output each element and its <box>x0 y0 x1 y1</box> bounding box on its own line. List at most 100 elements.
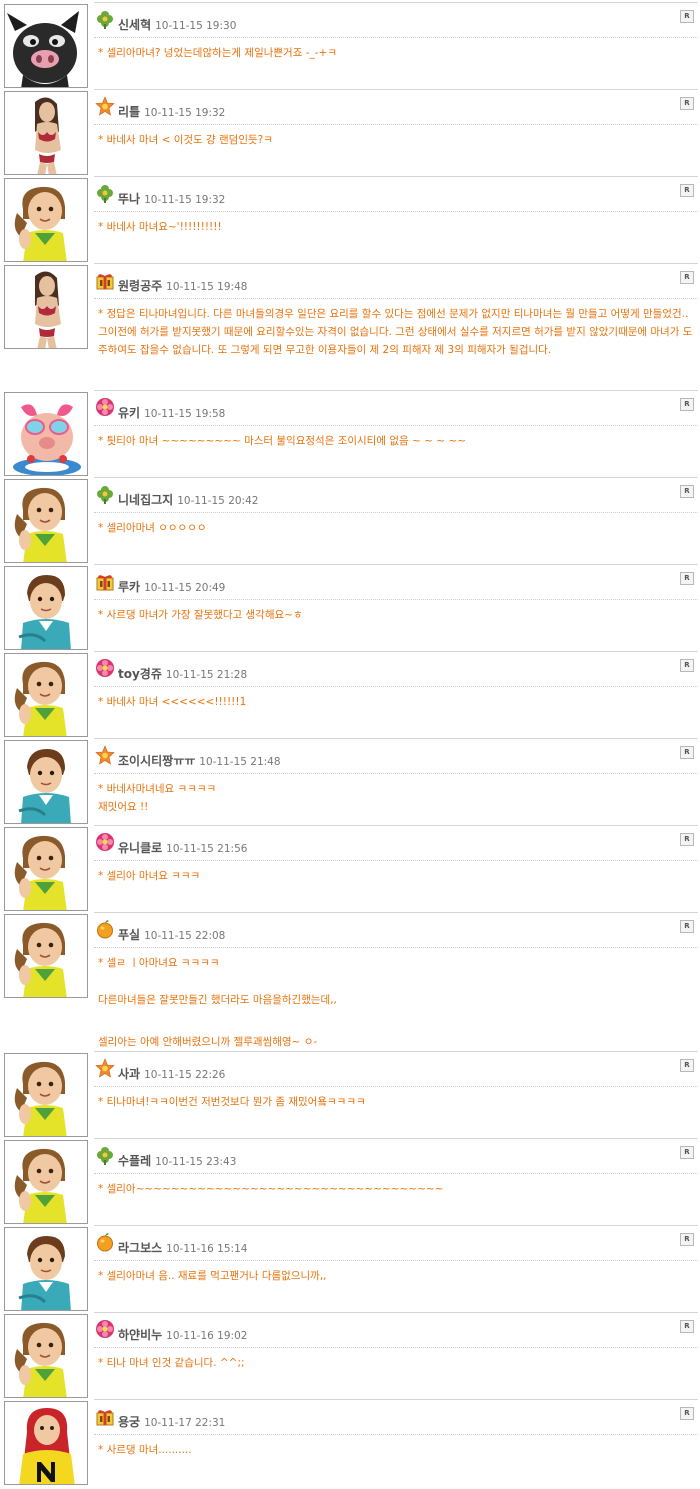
author-line: 루카 10-11-15 20:49 <box>118 578 225 595</box>
author-line: 신세혁 10-11-15 19:30 <box>118 16 236 33</box>
woman-avatar-icon[interactable] <box>4 265 88 349</box>
author-line: 니네집그지 10-11-15 20:42 <box>118 491 258 508</box>
comment-body: * 정답은 티나마녀입니다. 다른 마녀들의경우 일단은 요리를 할수 있다는 … <box>98 305 696 359</box>
reply-button[interactable]: R <box>680 10 694 23</box>
pig-swimmer-avatar-icon[interactable] <box>4 392 88 476</box>
author-name[interactable]: 리틀 <box>118 105 140 119</box>
comment-text: * 티나마녀!ㅋㅋ이번건 저번것보다 뭔가 좀 재밌어욬ㅋㅋㅋㅋ <box>98 1096 366 1108</box>
comment-date: 10-11-15 22:08 <box>144 930 226 942</box>
gift-box-badge-icon <box>95 1406 115 1426</box>
green-clover-badge-icon <box>95 183 115 203</box>
comment-header: 푸실 10-11-15 22:08 R <box>94 912 698 948</box>
comment-text: * 바네사 마녀 < 이것도 걍 랜덤인듯?ㅋ <box>98 134 273 146</box>
reply-button[interactable]: R <box>680 1320 694 1333</box>
comment-body: * 셀ㄹ ㅣ아마녀요 ㅋㅋㅋㅋ <box>98 954 696 972</box>
reply-button[interactable]: R <box>680 1146 694 1159</box>
reply-button[interactable]: R <box>680 97 694 110</box>
green-clover-badge-icon <box>95 1145 115 1165</box>
author-name[interactable]: 수플레 <box>118 1154 151 1168</box>
comment-text: * 사르댕 마녀.......... <box>98 1444 192 1456</box>
comment-header: 수플레 10-11-15 23:43 R <box>94 1138 698 1174</box>
author-name[interactable]: 뚜나 <box>118 192 140 206</box>
comment-text: * 셀리아마녀? 넝었는데않하는게 제일나쁜거죠 -_-+ㅋ <box>98 47 337 59</box>
woman-avatar-icon[interactable] <box>4 91 88 175</box>
reply-button[interactable]: R <box>680 398 694 411</box>
comment-header: 원령공주 10-11-15 19:48 R <box>94 263 698 299</box>
author-name[interactable]: 유키 <box>118 406 140 420</box>
author-name[interactable]: 루카 <box>118 580 140 594</box>
author-name[interactable]: 니네집그지 <box>118 493 173 507</box>
comment-date: 10-11-15 19:30 <box>155 20 237 32</box>
reply-button[interactable]: R <box>680 833 694 846</box>
reply-button[interactable]: R <box>680 1407 694 1420</box>
comment-date: 10-11-15 21:28 <box>165 669 248 681</box>
author-line: 리틀 10-11-15 19:32 <box>118 103 225 120</box>
comment-header: 용궁 10-11-17 22:31 R <box>94 1399 698 1435</box>
reply-button[interactable]: R <box>680 746 694 759</box>
girl-avatar-icon[interactable] <box>4 914 88 998</box>
comment-text-extra: 다른마녀들은 잘못만들긴 했더라도 마음을하긴했는데,, <box>98 994 337 1006</box>
author-name[interactable]: 원령공주 <box>118 279 162 293</box>
author-name[interactable]: 조이시티짱ㅠㅠ <box>118 754 195 768</box>
comment-text: * 정답은 티나마녀입니다. 다른 마녀들의경우 일단은 요리를 할수 있다는 … <box>98 308 693 356</box>
author-line: 용궁 10-11-17 22:31 <box>118 1413 225 1430</box>
comment-text: * 셀ㄹ ㅣ아마녀요 ㅋㅋㅋㅋ <box>98 957 220 969</box>
girl-avatar-icon[interactable] <box>4 653 88 737</box>
comment-text: * 틧티아 마녀 ~~~~~~~~~ 마스터 불익요정석은 조이시티에 없음 ~… <box>98 435 466 447</box>
author-line: 하얀비누 10-11-16 19:02 <box>118 1326 247 1343</box>
comment-body: * 바네사 마녀 <<<<<<!!!!!!1 <box>98 693 696 711</box>
comment-body: * 사르댕 마녀.......... <box>98 1441 696 1459</box>
author-line: 유키 10-11-15 19:58 <box>118 404 225 421</box>
girl-avatar-icon[interactable] <box>4 1140 88 1224</box>
girl-avatar-icon[interactable] <box>4 178 88 262</box>
comment-date: 10-11-16 19:02 <box>166 1330 248 1342</box>
reply-button[interactable]: R <box>680 572 694 585</box>
comment-date: 10-11-15 21:48 <box>199 756 281 768</box>
boy-avatar-icon[interactable] <box>4 740 88 824</box>
author-line: 뚜나 10-11-15 19:32 <box>118 190 225 207</box>
comment-date: 10-11-15 19:48 <box>166 281 248 293</box>
reply-button[interactable]: R <box>680 184 694 197</box>
comment-header: toy경쥬 10-11-15 21:28 R <box>94 651 698 687</box>
comment-date: 10-11-17 22:31 <box>144 1417 226 1429</box>
orange-fruit-badge-icon <box>95 919 115 939</box>
reply-button[interactable]: R <box>680 920 694 933</box>
reply-button[interactable]: R <box>680 271 694 284</box>
redhair-avatar-icon[interactable] <box>4 1401 88 1485</box>
author-name[interactable]: 사과 <box>118 1067 140 1081</box>
reply-button[interactable]: R <box>680 1059 694 1072</box>
reply-button[interactable]: R <box>680 1233 694 1246</box>
reply-button[interactable]: R <box>680 485 694 498</box>
comment-text: * 셀리아~~~~~~~~~~~~~~~~~~~~~~~~~~~~~~~~~~~ <box>98 1183 444 1195</box>
author-name[interactable]: 신세혁 <box>118 18 151 32</box>
girl-avatar-icon[interactable] <box>4 479 88 563</box>
author-name[interactable]: 유니클로 <box>118 841 162 855</box>
author-line: 원령공주 10-11-15 19:48 <box>118 277 247 294</box>
comment-text-extra: 셀리아는 아예 안해버렸으니까 젤루괘씸해영~ ㅇ- <box>98 1036 318 1048</box>
pig-avatar-icon[interactable] <box>4 4 88 88</box>
comment-text: * 바네사마녀네요 ㅋㅋㅋㅋ <box>98 783 217 795</box>
reply-button[interactable]: R <box>680 659 694 672</box>
comment-body: * 셀리아~~~~~~~~~~~~~~~~~~~~~~~~~~~~~~~~~~~ <box>98 1180 696 1198</box>
author-name[interactable]: toy경쥬 <box>118 667 162 681</box>
author-line: 사과 10-11-15 22:26 <box>118 1065 225 1082</box>
boy-avatar-icon[interactable] <box>4 566 88 650</box>
author-name[interactable]: 하얀비누 <box>118 1328 162 1342</box>
comment-date: 10-11-15 20:42 <box>177 495 259 507</box>
girl-avatar-icon[interactable] <box>4 1314 88 1398</box>
comment-header: 유니클로 10-11-15 21:56 R <box>94 825 698 861</box>
author-name[interactable]: 라그보스 <box>118 1241 162 1255</box>
gift-box-badge-icon <box>95 270 115 290</box>
girl-avatar-icon[interactable] <box>4 1053 88 1137</box>
comment-body: * 사르댕 마녀가 가장 잘못했다고 생각해요~ㅎ <box>98 606 696 624</box>
boy-avatar-icon[interactable] <box>4 1227 88 1311</box>
comment-text: * 셀리아마녀 음.. 재료를 먹고팬거나 다름없으니까,, <box>98 1270 327 1282</box>
comment-date: 10-11-16 15:14 <box>166 1243 248 1255</box>
girl-avatar-icon[interactable] <box>4 827 88 911</box>
author-line: 수플레 10-11-15 23:43 <box>118 1152 236 1169</box>
comment-text: 재밋어요 !! <box>98 801 149 813</box>
comment-header: 루카 10-11-15 20:49 R <box>94 564 698 600</box>
author-name[interactable]: 용궁 <box>118 1415 140 1429</box>
comment-date: 10-11-15 19:58 <box>144 408 226 420</box>
author-name[interactable]: 푸실 <box>118 928 140 942</box>
